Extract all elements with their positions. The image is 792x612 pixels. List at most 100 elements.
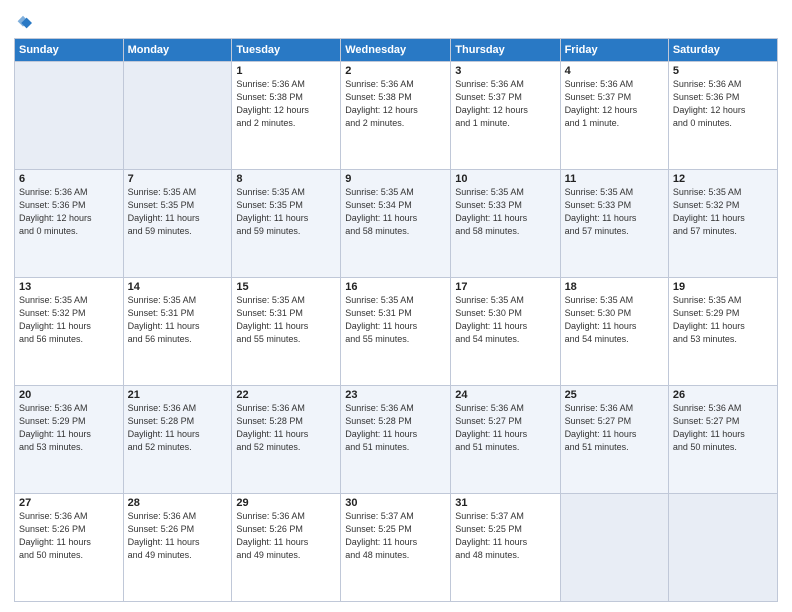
day-cell: [668, 494, 777, 602]
day-cell: 24Sunrise: 5:36 AM Sunset: 5:27 PM Dayli…: [451, 386, 560, 494]
day-detail: Sunrise: 5:36 AM Sunset: 5:26 PM Dayligh…: [236, 510, 336, 562]
day-detail: Sunrise: 5:36 AM Sunset: 5:28 PM Dayligh…: [236, 402, 336, 454]
day-cell: 30Sunrise: 5:37 AM Sunset: 5:25 PM Dayli…: [341, 494, 451, 602]
day-number: 9: [345, 173, 446, 185]
day-detail: Sunrise: 5:36 AM Sunset: 5:37 PM Dayligh…: [455, 78, 555, 130]
day-number: 13: [19, 281, 119, 293]
day-number: 21: [128, 389, 228, 401]
day-cell: 15Sunrise: 5:35 AM Sunset: 5:31 PM Dayli…: [232, 278, 341, 386]
page: SundayMondayTuesdayWednesdayThursdayFrid…: [0, 0, 792, 612]
day-detail: Sunrise: 5:35 AM Sunset: 5:30 PM Dayligh…: [455, 294, 555, 346]
day-number: 25: [565, 389, 664, 401]
day-number: 12: [673, 173, 773, 185]
day-cell: 4Sunrise: 5:36 AM Sunset: 5:37 PM Daylig…: [560, 62, 668, 170]
day-cell: 25Sunrise: 5:36 AM Sunset: 5:27 PM Dayli…: [560, 386, 668, 494]
day-detail: Sunrise: 5:35 AM Sunset: 5:31 PM Dayligh…: [236, 294, 336, 346]
day-cell: 3Sunrise: 5:36 AM Sunset: 5:37 PM Daylig…: [451, 62, 560, 170]
day-detail: Sunrise: 5:36 AM Sunset: 5:29 PM Dayligh…: [19, 402, 119, 454]
day-number: 15: [236, 281, 336, 293]
day-number: 22: [236, 389, 336, 401]
day-detail: Sunrise: 5:35 AM Sunset: 5:29 PM Dayligh…: [673, 294, 773, 346]
day-detail: Sunrise: 5:35 AM Sunset: 5:32 PM Dayligh…: [19, 294, 119, 346]
day-number: 30: [345, 497, 446, 509]
header-cell-thursday: Thursday: [451, 39, 560, 62]
day-cell: 31Sunrise: 5:37 AM Sunset: 5:25 PM Dayli…: [451, 494, 560, 602]
day-number: 19: [673, 281, 773, 293]
week-row-3: 13Sunrise: 5:35 AM Sunset: 5:32 PM Dayli…: [15, 278, 778, 386]
logo: [14, 14, 34, 32]
day-number: 16: [345, 281, 446, 293]
week-row-4: 20Sunrise: 5:36 AM Sunset: 5:29 PM Dayli…: [15, 386, 778, 494]
day-cell: 9Sunrise: 5:35 AM Sunset: 5:34 PM Daylig…: [341, 170, 451, 278]
day-number: 3: [455, 65, 555, 77]
day-number: 5: [673, 65, 773, 77]
day-number: 27: [19, 497, 119, 509]
day-number: 28: [128, 497, 228, 509]
day-number: 23: [345, 389, 446, 401]
day-number: 14: [128, 281, 228, 293]
week-row-1: 1Sunrise: 5:36 AM Sunset: 5:38 PM Daylig…: [15, 62, 778, 170]
day-number: 17: [455, 281, 555, 293]
day-cell: 2Sunrise: 5:36 AM Sunset: 5:38 PM Daylig…: [341, 62, 451, 170]
day-cell: 26Sunrise: 5:36 AM Sunset: 5:27 PM Dayli…: [668, 386, 777, 494]
day-detail: Sunrise: 5:36 AM Sunset: 5:27 PM Dayligh…: [565, 402, 664, 454]
day-detail: Sunrise: 5:36 AM Sunset: 5:36 PM Dayligh…: [19, 186, 119, 238]
day-detail: Sunrise: 5:36 AM Sunset: 5:38 PM Dayligh…: [345, 78, 446, 130]
day-cell: [123, 62, 232, 170]
day-cell: 29Sunrise: 5:36 AM Sunset: 5:26 PM Dayli…: [232, 494, 341, 602]
day-cell: 12Sunrise: 5:35 AM Sunset: 5:32 PM Dayli…: [668, 170, 777, 278]
header-cell-sunday: Sunday: [15, 39, 124, 62]
day-cell: 6Sunrise: 5:36 AM Sunset: 5:36 PM Daylig…: [15, 170, 124, 278]
day-detail: Sunrise: 5:35 AM Sunset: 5:33 PM Dayligh…: [565, 186, 664, 238]
day-detail: Sunrise: 5:36 AM Sunset: 5:26 PM Dayligh…: [128, 510, 228, 562]
day-detail: Sunrise: 5:35 AM Sunset: 5:31 PM Dayligh…: [345, 294, 446, 346]
day-number: 1: [236, 65, 336, 77]
day-detail: Sunrise: 5:35 AM Sunset: 5:33 PM Dayligh…: [455, 186, 555, 238]
header-cell-saturday: Saturday: [668, 39, 777, 62]
day-number: 2: [345, 65, 446, 77]
day-cell: 23Sunrise: 5:36 AM Sunset: 5:28 PM Dayli…: [341, 386, 451, 494]
day-detail: Sunrise: 5:36 AM Sunset: 5:27 PM Dayligh…: [673, 402, 773, 454]
day-cell: 21Sunrise: 5:36 AM Sunset: 5:28 PM Dayli…: [123, 386, 232, 494]
day-cell: [560, 494, 668, 602]
day-number: 8: [236, 173, 336, 185]
day-detail: Sunrise: 5:37 AM Sunset: 5:25 PM Dayligh…: [455, 510, 555, 562]
header-cell-monday: Monday: [123, 39, 232, 62]
day-cell: 18Sunrise: 5:35 AM Sunset: 5:30 PM Dayli…: [560, 278, 668, 386]
day-cell: 17Sunrise: 5:35 AM Sunset: 5:30 PM Dayli…: [451, 278, 560, 386]
day-detail: Sunrise: 5:37 AM Sunset: 5:25 PM Dayligh…: [345, 510, 446, 562]
day-cell: 10Sunrise: 5:35 AM Sunset: 5:33 PM Dayli…: [451, 170, 560, 278]
day-cell: 22Sunrise: 5:36 AM Sunset: 5:28 PM Dayli…: [232, 386, 341, 494]
week-row-5: 27Sunrise: 5:36 AM Sunset: 5:26 PM Dayli…: [15, 494, 778, 602]
header-cell-wednesday: Wednesday: [341, 39, 451, 62]
day-number: 29: [236, 497, 336, 509]
day-cell: 7Sunrise: 5:35 AM Sunset: 5:35 PM Daylig…: [123, 170, 232, 278]
day-number: 20: [19, 389, 119, 401]
day-number: 31: [455, 497, 555, 509]
header-cell-tuesday: Tuesday: [232, 39, 341, 62]
day-cell: 27Sunrise: 5:36 AM Sunset: 5:26 PM Dayli…: [15, 494, 124, 602]
day-detail: Sunrise: 5:36 AM Sunset: 5:38 PM Dayligh…: [236, 78, 336, 130]
day-cell: 28Sunrise: 5:36 AM Sunset: 5:26 PM Dayli…: [123, 494, 232, 602]
day-detail: Sunrise: 5:36 AM Sunset: 5:36 PM Dayligh…: [673, 78, 773, 130]
day-number: 11: [565, 173, 664, 185]
day-detail: Sunrise: 5:36 AM Sunset: 5:28 PM Dayligh…: [345, 402, 446, 454]
week-row-2: 6Sunrise: 5:36 AM Sunset: 5:36 PM Daylig…: [15, 170, 778, 278]
calendar-header-row: SundayMondayTuesdayWednesdayThursdayFrid…: [15, 39, 778, 62]
day-cell: 19Sunrise: 5:35 AM Sunset: 5:29 PM Dayli…: [668, 278, 777, 386]
day-cell: 20Sunrise: 5:36 AM Sunset: 5:29 PM Dayli…: [15, 386, 124, 494]
day-number: 7: [128, 173, 228, 185]
day-cell: 11Sunrise: 5:35 AM Sunset: 5:33 PM Dayli…: [560, 170, 668, 278]
day-detail: Sunrise: 5:35 AM Sunset: 5:35 PM Dayligh…: [128, 186, 228, 238]
header: [14, 10, 778, 32]
day-number: 6: [19, 173, 119, 185]
day-cell: 13Sunrise: 5:35 AM Sunset: 5:32 PM Dayli…: [15, 278, 124, 386]
day-cell: 14Sunrise: 5:35 AM Sunset: 5:31 PM Dayli…: [123, 278, 232, 386]
day-detail: Sunrise: 5:35 AM Sunset: 5:31 PM Dayligh…: [128, 294, 228, 346]
day-number: 10: [455, 173, 555, 185]
day-cell: 1Sunrise: 5:36 AM Sunset: 5:38 PM Daylig…: [232, 62, 341, 170]
day-number: 18: [565, 281, 664, 293]
day-detail: Sunrise: 5:36 AM Sunset: 5:28 PM Dayligh…: [128, 402, 228, 454]
day-cell: 5Sunrise: 5:36 AM Sunset: 5:36 PM Daylig…: [668, 62, 777, 170]
day-detail: Sunrise: 5:36 AM Sunset: 5:26 PM Dayligh…: [19, 510, 119, 562]
